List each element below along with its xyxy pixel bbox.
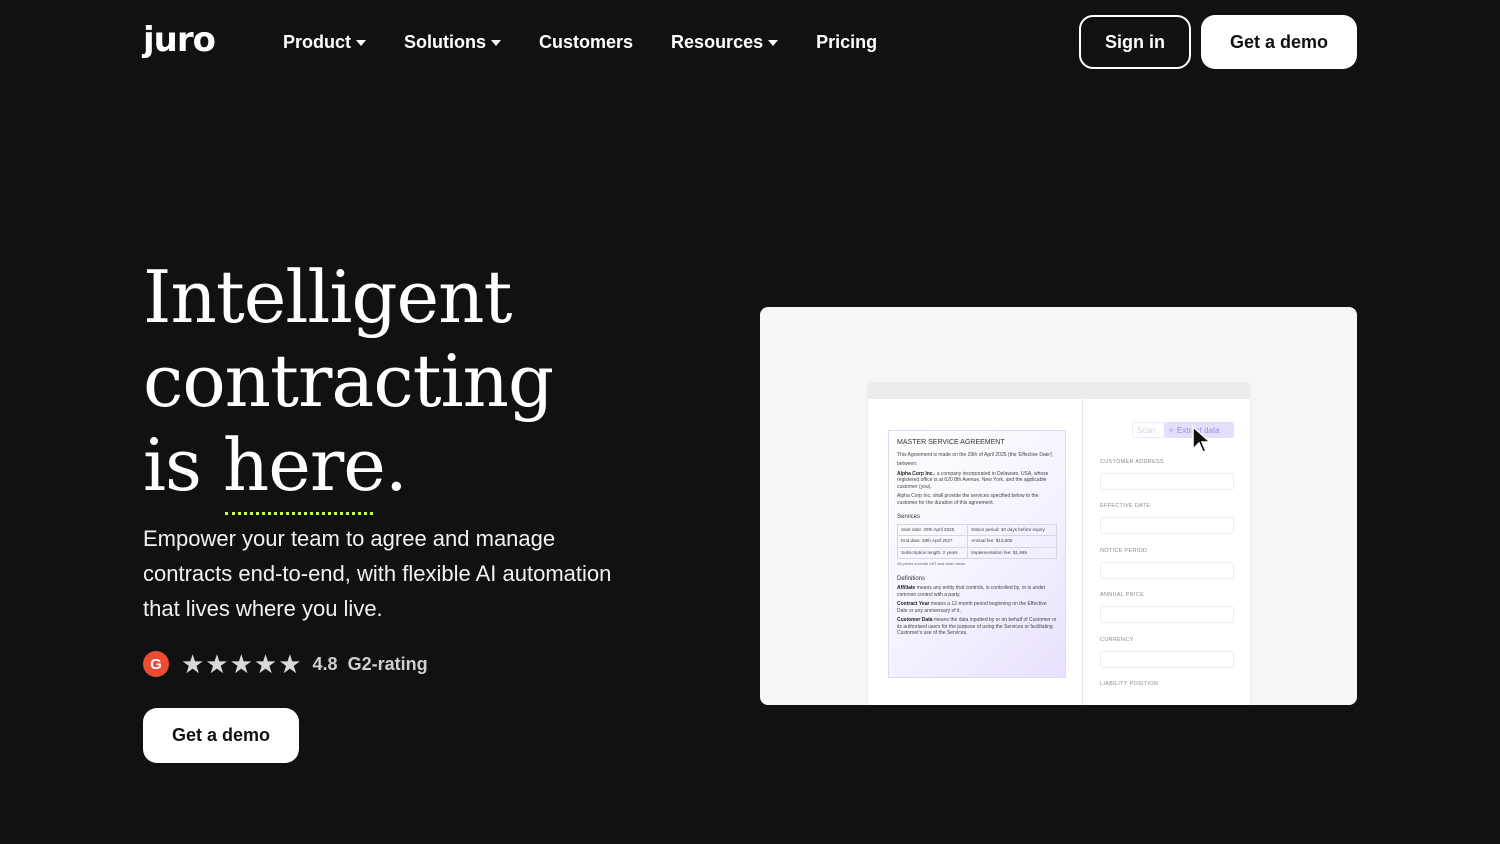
table-cell: Annual fee: $13,800 — [967, 535, 1057, 548]
doc-definition-term: Affiliate — [897, 585, 916, 591]
contract-document: MASTER SERVICE AGREEMENT This Agreement … — [888, 430, 1066, 678]
field-label-liability-position: LIABILITY POSITION — [1100, 681, 1159, 687]
doc-definitions-heading: Definitions — [897, 575, 926, 582]
doc-definition: Affiliate means any entity that controls… — [897, 585, 1057, 598]
hero-get-demo-button[interactable]: Get a demo — [143, 708, 299, 763]
field-label-notice-period: NOTICE PERIOD — [1100, 548, 1148, 554]
nav-item-solutions[interactable]: Solutions — [404, 28, 502, 56]
nav-item-label: Customers — [539, 31, 634, 52]
doc-definition: Contract Year means a 12-month period be… — [897, 601, 1057, 614]
annual-price-field[interactable] — [1100, 606, 1234, 623]
doc-title: MASTER SERVICE AGREEMENT — [897, 439, 1005, 446]
mouse-cursor-icon — [1192, 425, 1212, 453]
nav-item-product[interactable]: Product — [283, 28, 367, 56]
nav-item-label: Solutions — [404, 31, 487, 52]
nav-item-resources[interactable]: Resources — [671, 28, 779, 56]
field-label-currency: CURRENCY — [1100, 637, 1134, 643]
customer-address-field[interactable] — [1100, 473, 1234, 490]
nav-item-label: Pricing — [816, 31, 878, 52]
product-preview: MASTER SERVICE AGREEMENT This Agreement … — [760, 307, 1357, 705]
sign-in-button[interactable]: Sign in — [1079, 15, 1191, 69]
effective-date-field[interactable] — [1100, 517, 1234, 534]
top-navigation: juro Product Solutions Customers Resourc… — [0, 0, 1500, 84]
doc-table-note: All prices exclude VAT and other taxes — [897, 561, 966, 566]
doc-definition: Customer Data means the data inputted by… — [897, 617, 1057, 637]
table-cell: Start date: 29th April 2025 — [896, 523, 969, 536]
hero-title-suffix: . — [384, 423, 408, 507]
doc-definition-term: Contract Year — [897, 601, 930, 607]
doc-services-heading: Services — [897, 514, 921, 520]
doc-definition-text: means any entity that controls, is contr… — [897, 585, 1046, 598]
nav-item-customers[interactable]: Customers — [539, 28, 633, 56]
table-cell: Implementation fee: $1,999 — [967, 546, 1057, 559]
sparkle-icon: ✧ — [1168, 425, 1177, 435]
caret-down-icon — [768, 40, 779, 46]
scan-button[interactable]: Scan — [1132, 422, 1166, 438]
table-cell: End date: 28th April 2027 — [896, 535, 969, 548]
app-title-bar — [868, 383, 1250, 399]
g2-rating: G ★★★★★ 4.8 G2-rating — [143, 650, 428, 678]
app-window: MASTER SERVICE AGREEMENT This Agreement … — [868, 383, 1250, 705]
panel-toolbar: Scan ✧ Extract data — [1132, 422, 1234, 438]
doc-intro: This Agreement is made on the 29th of Ap… — [897, 451, 1053, 458]
field-label-annual-price: ANNUAL PRICE — [1100, 592, 1145, 598]
field-label-customer-address: CUSTOMER ADDRESS — [1100, 459, 1164, 465]
table-row: Subscription length: 2 years Implementat… — [896, 546, 1057, 559]
get-demo-button[interactable]: Get a demo — [1201, 15, 1357, 69]
doc-party: Alpha Corp Inc., a company incorporated … — [897, 471, 1057, 491]
hero-title-prefix: is — [143, 423, 223, 507]
currency-field[interactable] — [1100, 651, 1234, 668]
caret-down-icon — [491, 40, 502, 46]
table-cell: Subscription length: 2 years — [896, 546, 969, 559]
table-row: Start date: 29th April 2025 Notice perio… — [896, 523, 1057, 536]
doc-party-name: Alpha Corp Inc. — [897, 470, 934, 477]
doc-services-table: Start date: 29th April 2025 Notice perio… — [896, 523, 1057, 560]
nav-item-pricing[interactable]: Pricing — [816, 28, 877, 56]
field-label-effective-date: EFFECTIVE DATE — [1100, 503, 1151, 509]
table-cell: Notice period: 30 days before expiry — [967, 523, 1057, 536]
doc-definition-term: Customer Data — [897, 617, 933, 623]
hero-title-line: Intelligent — [143, 255, 512, 339]
hero-title: Intelligent contracting is here. — [143, 255, 554, 515]
nav-links: Product Solutions Customers Resources Pr… — [283, 28, 915, 56]
doc-between: between: — [897, 461, 918, 467]
notice-period-field[interactable] — [1100, 562, 1234, 579]
star-rating-icon: ★★★★★ — [181, 649, 303, 679]
g2-logo-icon: G — [143, 651, 169, 677]
nav-item-label: Product — [283, 31, 352, 52]
table-row: End date: 28th April 2027 Annual fee: $1… — [896, 535, 1057, 548]
hero-title-highlight: here — [222, 423, 386, 515]
rating-value: 4.8 — [312, 653, 338, 674]
hero-title-line: contracting — [143, 339, 554, 423]
rating-label: G2-rating — [347, 653, 428, 674]
caret-down-icon — [356, 40, 367, 46]
nav-item-label: Resources — [671, 31, 764, 52]
extraction-panel: Scan ✧ Extract data CUSTOMER ADDRESS EFF… — [1083, 399, 1250, 705]
hero-title-line: is here. — [143, 423, 553, 515]
juro-logo[interactable]: juro — [143, 18, 216, 62]
hero-subtitle: Empower your team to agree and manage co… — [143, 526, 612, 621]
doc-party-services: Alpha Corp Inc. shall provide the servic… — [897, 493, 1039, 506]
